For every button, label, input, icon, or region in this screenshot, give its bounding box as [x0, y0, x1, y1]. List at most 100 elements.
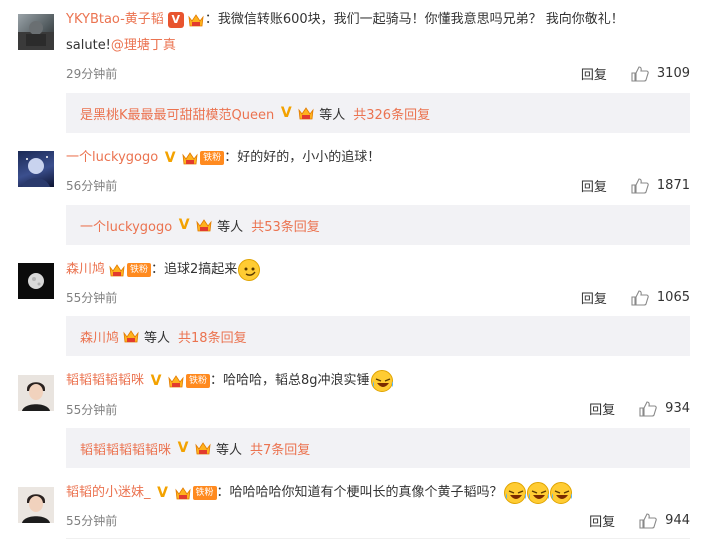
timestamp: 55分钟前 — [66, 291, 118, 305]
thumbs-up-icon — [639, 400, 657, 417]
timestamp: 29分钟前 — [66, 67, 118, 81]
comment-line: 森川鸠 铁粉 ：追球2搞起来 — [66, 259, 261, 281]
divider — [66, 538, 690, 539]
sub-reply-total[interactable]: 共18条回复 — [178, 327, 247, 346]
fan-badge-icon: 铁粉 — [127, 263, 152, 277]
avatar[interactable] — [18, 487, 54, 523]
username[interactable]: YKYBtao-黄子韬 — [66, 11, 164, 29]
comment-actions: 回复 1871 — [581, 176, 690, 195]
verified-v-icon: V — [164, 150, 176, 166]
sub-replies-bar[interactable]: 一个luckygogo V 等人 共53条回复 — [66, 205, 690, 245]
like-button[interactable]: 1065 — [631, 289, 690, 306]
comment-line: 韬韬韬韬韬咪 V 铁粉 ：哈哈哈，韬总8g冲浪实锤 — [66, 370, 393, 392]
like-count: 944 — [665, 513, 690, 528]
verified-v-icon: V — [157, 485, 168, 501]
crown-badge-icon — [108, 262, 126, 278]
sub-reply-total[interactable]: 共7条回复 — [250, 439, 310, 458]
comment-line: 一个luckygogo V 铁粉 ：好的好的，小小的追球！ — [66, 149, 380, 167]
verified-v-icon: V — [167, 12, 184, 28]
avatar-image — [22, 382, 50, 411]
username[interactable]: 韬韬的小迷妹_ — [66, 484, 151, 502]
fan-badge-icon: 铁粉 — [192, 486, 217, 500]
sub-reply-total[interactable]: 共53条回复 — [251, 216, 320, 235]
timestamp: 55分钟前 — [66, 514, 118, 528]
like-count: 3109 — [656, 66, 690, 81]
sub-reply-etc: 等人 — [216, 442, 243, 458]
laugh-cry-emoji-icon — [503, 482, 526, 504]
timestamp: 56分钟前 — [66, 179, 118, 193]
avatar-image — [22, 156, 50, 187]
sub-reply-total[interactable]: 共326条回复 — [353, 104, 430, 123]
sub-reply-etc: 等人 — [217, 219, 244, 235]
comment-text-2: salute! — [66, 38, 111, 53]
sub-reply-names[interactable]: 韬韬韬韬韬韬咪 — [80, 439, 171, 458]
sub-replies-bar[interactable]: 是黑桃K最最最可甜甜模范Queen V 等人 共326条回复 — [66, 93, 690, 133]
sub-replies-bar[interactable]: 森川鸠 等人 共18条回复 — [66, 316, 690, 356]
comment-actions: 回复 934 — [589, 399, 690, 418]
crown-badge-icon — [174, 485, 192, 501]
like-button[interactable]: 944 — [639, 512, 690, 529]
comment-line: YKYBtao-黄子韬 V ：我微信转账600块，我们一起骑马！你懂我意思吗兄弟… — [66, 11, 624, 29]
like-count: 1871 — [656, 178, 690, 193]
crown-badge-icon — [194, 440, 212, 456]
sub-reply-names[interactable]: 一个luckygogo — [80, 216, 172, 235]
comment-actions: 回复 944 — [589, 511, 690, 530]
comment-line: 韬韬的小迷妹_ V 铁粉 ：哈哈哈哈你知道有个梗叫长的真像个黄子韬吗？ — [66, 482, 572, 504]
avatar[interactable] — [18, 14, 54, 50]
avatar-image — [28, 273, 44, 289]
avatar[interactable] — [18, 263, 54, 299]
like-button[interactable]: 1871 — [631, 177, 690, 194]
avatar-image — [22, 494, 50, 523]
crown-badge-icon — [195, 217, 213, 233]
like-count: 934 — [665, 401, 690, 416]
reply-button[interactable]: 回复 — [589, 399, 615, 418]
mention-link[interactable]: @理塘丁真 — [111, 37, 176, 55]
thumbs-up-icon — [631, 289, 649, 306]
comment-actions: 回复 3109 — [581, 64, 690, 83]
comment-actions: 回复 1065 — [581, 288, 690, 307]
crown-badge-icon — [167, 373, 185, 389]
verified-v-icon: V — [177, 440, 189, 456]
smirk-emoji-icon — [238, 259, 261, 281]
timestamp: 55分钟前 — [66, 403, 118, 417]
username[interactable]: 森川鸠 — [66, 261, 105, 279]
crown-badge-icon — [122, 328, 140, 344]
comment-text: ：我微信转账600块，我们一起骑马！你懂我意思吗兄弟？ 我向你敬礼！ — [204, 12, 624, 27]
avatar[interactable] — [18, 151, 54, 187]
like-button[interactable]: 934 — [639, 400, 690, 417]
comment-line-2: salute! @理塘丁真 — [66, 37, 176, 55]
thumbs-up-icon — [639, 512, 657, 529]
sub-replies-bar[interactable]: 韬韬韬韬韬韬咪 V 等人 共7条回复 — [66, 428, 690, 468]
verified-v-icon: V — [280, 105, 292, 121]
reply-button[interactable]: 回复 — [589, 511, 615, 530]
avatar[interactable] — [18, 375, 54, 411]
comment-text: ：好的好的，小小的追球！ — [224, 150, 381, 165]
sub-reply-etc: 等人 — [319, 107, 346, 123]
comment-text: ：哈哈哈哈你知道有个梗叫长的真像个黄子韬吗？ — [216, 485, 503, 500]
sub-reply-names[interactable]: 是黑桃K最最最可甜甜模范Queen — [80, 104, 274, 123]
laugh-cry-emoji-icon — [526, 482, 549, 504]
reply-button[interactable]: 回复 — [581, 64, 607, 83]
reply-button[interactable]: 回复 — [581, 288, 607, 307]
laugh-cry-emoji-icon — [549, 482, 572, 504]
crown-badge-icon — [181, 150, 199, 166]
fan-badge-icon: 铁粉 — [186, 374, 211, 388]
thumbs-up-icon — [631, 177, 649, 194]
comment-text: ：哈哈哈，韬总8g冲浪实锤 — [210, 373, 370, 388]
like-button[interactable]: 3109 — [631, 65, 690, 82]
like-count: 1065 — [656, 290, 690, 305]
fan-badge-icon: 铁粉 — [200, 151, 225, 165]
crown-badge-icon — [187, 12, 205, 28]
reply-button[interactable]: 回复 — [581, 176, 607, 195]
sub-reply-names[interactable]: 森川鸠 — [80, 327, 119, 346]
comment-text: ：追球2搞起来 — [151, 262, 238, 277]
verified-v-icon: V — [150, 373, 162, 389]
avatar-image — [18, 21, 54, 50]
thumbs-up-icon — [631, 65, 649, 82]
verified-v-icon: V — [178, 217, 190, 233]
username[interactable]: 韬韬韬韬韬咪 — [66, 372, 144, 390]
laugh-cry-emoji-icon — [370, 370, 393, 392]
crown-badge-icon — [297, 105, 315, 121]
username[interactable]: 一个luckygogo — [66, 149, 158, 167]
sub-reply-etc: 等人 — [144, 330, 171, 346]
